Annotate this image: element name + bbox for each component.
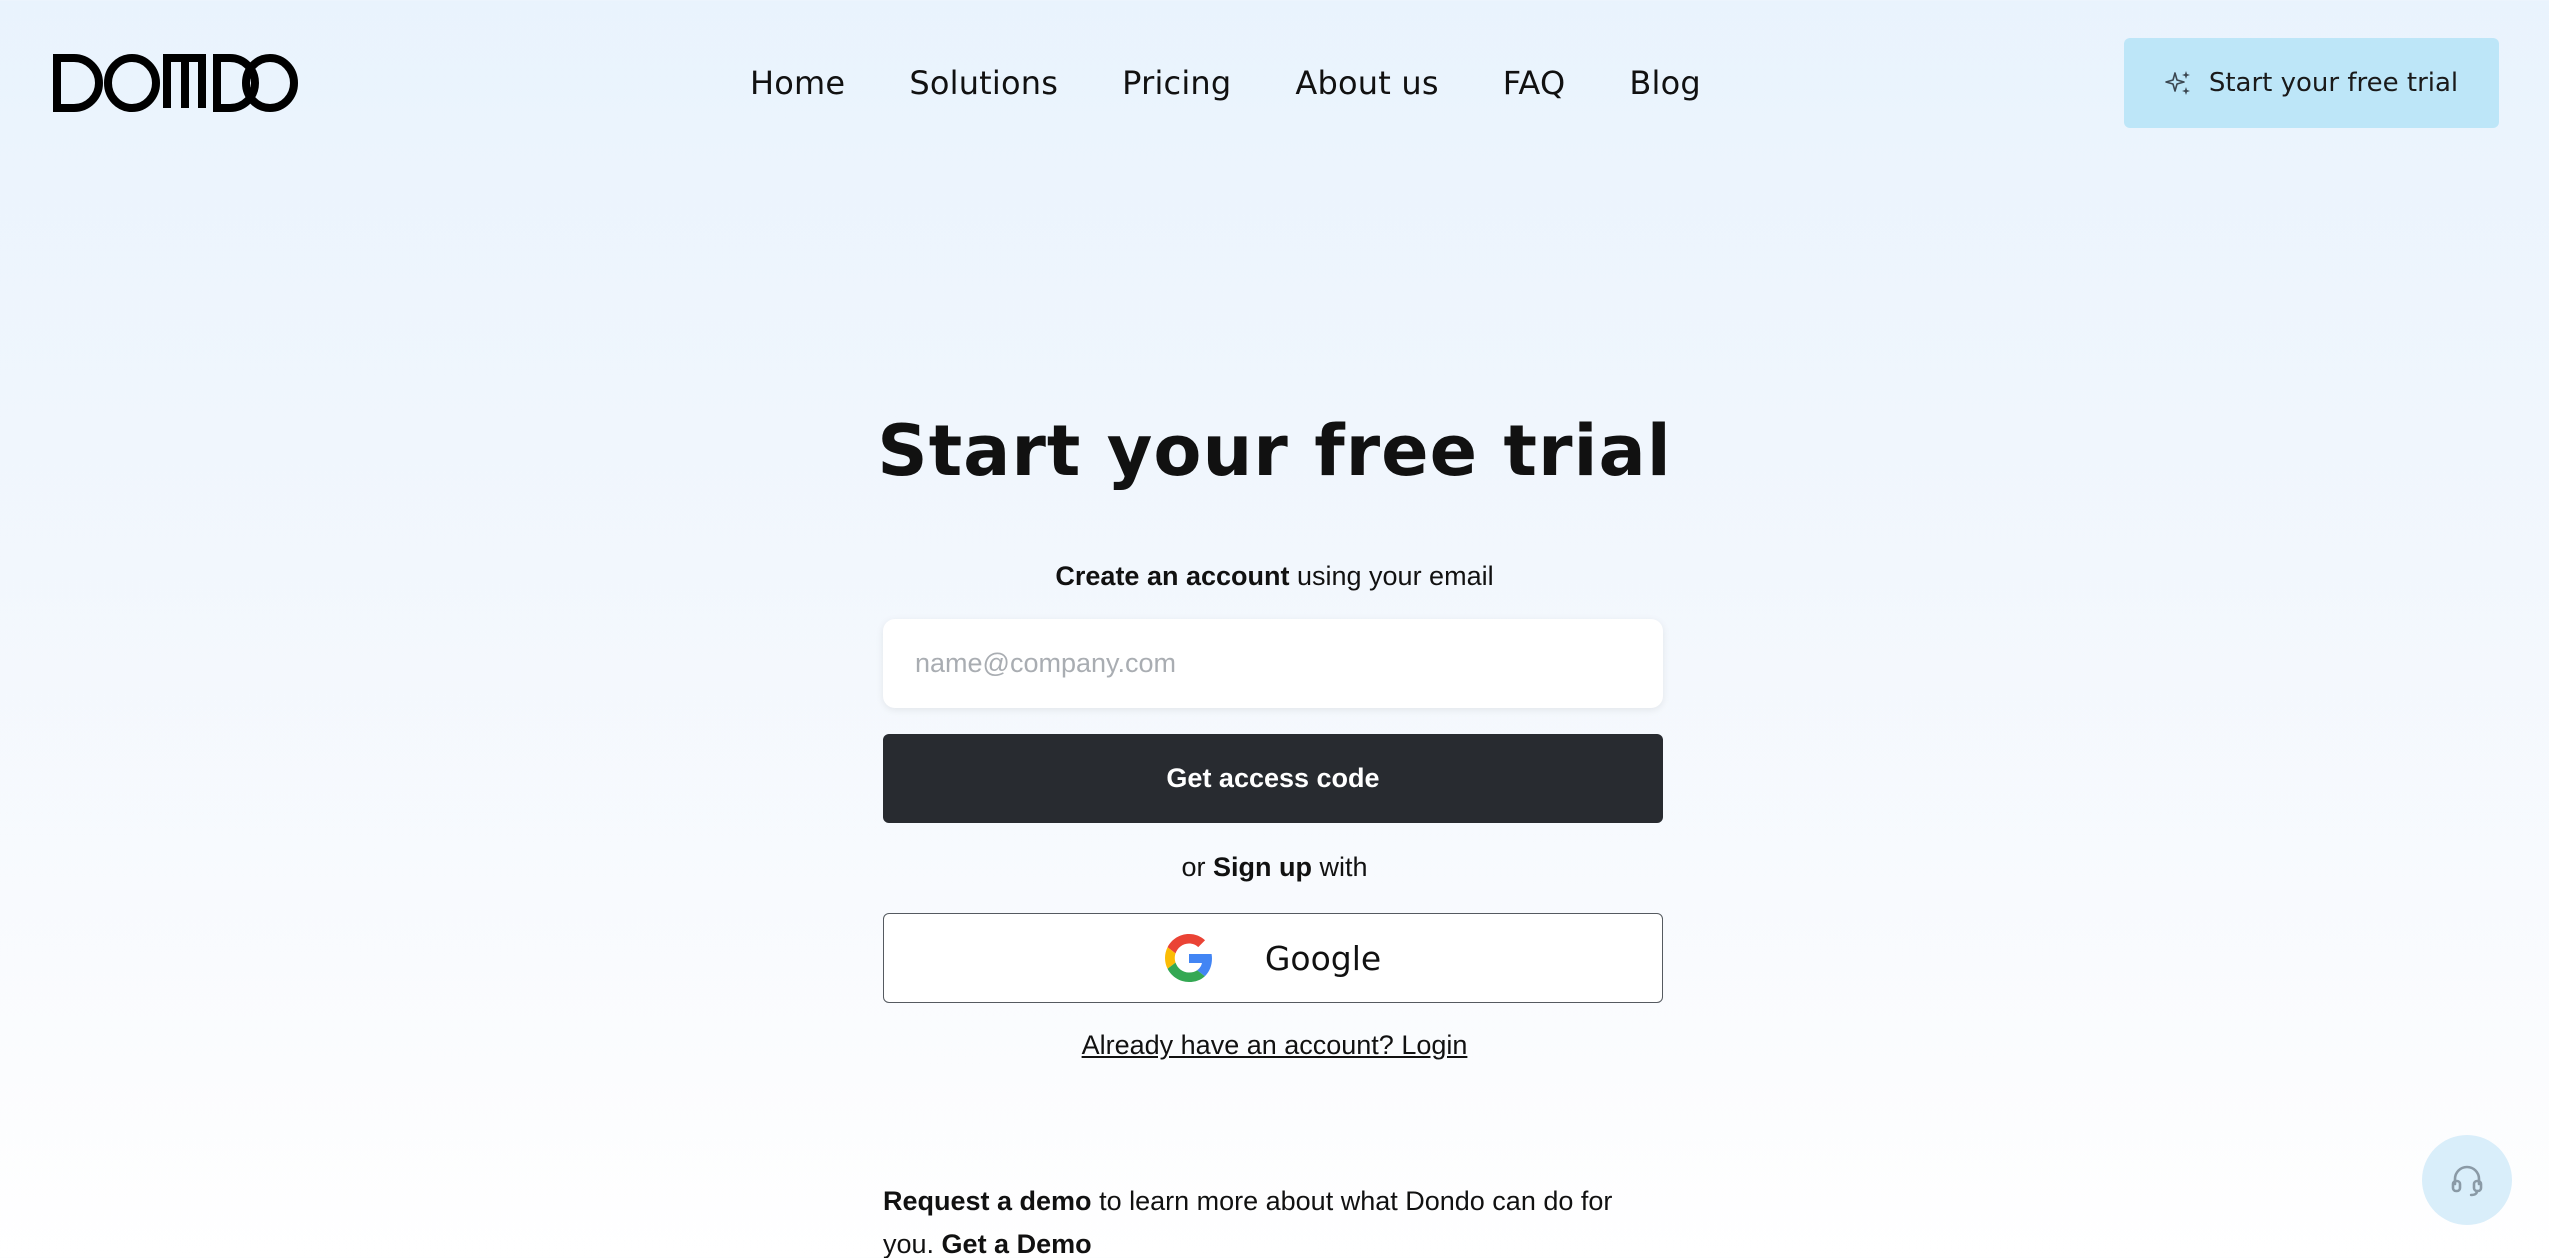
signup-subtitle: Create an account using your email xyxy=(0,561,2549,592)
demo-text: Request a demo to learn more about what … xyxy=(883,1180,1663,1258)
nav-faq[interactable]: FAQ xyxy=(1503,64,1566,102)
or-bold: Sign up xyxy=(1213,852,1312,882)
start-free-trial-label: Start your free trial xyxy=(2208,68,2459,98)
nav-home[interactable]: Home xyxy=(750,64,845,102)
site-header: Home Solutions Pricing About us FAQ Blog… xyxy=(0,0,2549,165)
headset-icon xyxy=(2451,1165,2483,1197)
google-signup-button[interactable]: Google xyxy=(883,913,1663,1003)
page-title: Start your free trial xyxy=(877,410,1672,492)
support-chat-button[interactable] xyxy=(2422,1135,2512,1225)
or-prefix: or xyxy=(1181,852,1213,882)
demo-bold: Request a demo xyxy=(883,1186,1092,1216)
login-link[interactable]: Already have an account? Login xyxy=(1082,1030,1468,1060)
start-free-trial-button[interactable]: Start your free trial xyxy=(2124,38,2499,128)
nav-solutions[interactable]: Solutions xyxy=(909,64,1058,102)
dondo-logo-mark xyxy=(53,54,298,112)
or-suffix: with xyxy=(1311,852,1368,882)
subtitle-rest: using your email xyxy=(1289,561,1494,591)
google-label: Google xyxy=(1264,938,1382,978)
login-link-row: Already have an account? Login xyxy=(0,1030,2549,1061)
nav-pricing[interactable]: Pricing xyxy=(1122,64,1231,102)
or-sign-up-text: or Sign up with xyxy=(0,852,2549,883)
main-nav: Home Solutions Pricing About us FAQ Blog xyxy=(750,58,1701,108)
get-access-code-button[interactable]: Get access code xyxy=(883,734,1663,823)
dondo-logo[interactable] xyxy=(52,54,298,112)
email-input[interactable] xyxy=(883,619,1663,708)
get-a-demo-link[interactable]: Get a Demo xyxy=(942,1229,1092,1258)
sparkle-icon xyxy=(2165,71,2190,95)
subtitle-bold: Create an account xyxy=(1055,561,1290,591)
google-icon xyxy=(1164,934,1212,982)
nav-about-us[interactable]: About us xyxy=(1295,64,1438,102)
nav-blog[interactable]: Blog xyxy=(1629,64,1701,102)
